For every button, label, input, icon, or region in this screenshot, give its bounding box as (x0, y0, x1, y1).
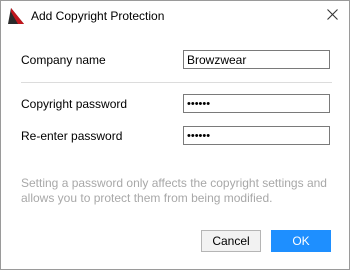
browzwear-logo-icon (8, 8, 24, 24)
close-button[interactable] (315, 1, 349, 31)
title-bar[interactable]: Add Copyright Protection (1, 1, 349, 31)
copyright-password-input[interactable] (183, 94, 330, 113)
copyright-password-label: Copyright password (21, 97, 128, 111)
cancel-button[interactable]: Cancel (201, 230, 261, 252)
dialog-title: Add Copyright Protection (31, 9, 165, 23)
reenter-password-input[interactable] (183, 126, 330, 145)
company-name-input[interactable] (183, 50, 330, 69)
close-icon (326, 9, 338, 23)
reenter-password-label: Re-enter password (21, 129, 123, 143)
ok-button[interactable]: OK (271, 230, 331, 252)
section-divider (21, 82, 332, 83)
hint-text: Setting a password only affects the copy… (21, 176, 327, 205)
company-name-label: Company name (21, 53, 106, 67)
dialog-window: Add Copyright Protection Company name Co… (0, 0, 350, 270)
